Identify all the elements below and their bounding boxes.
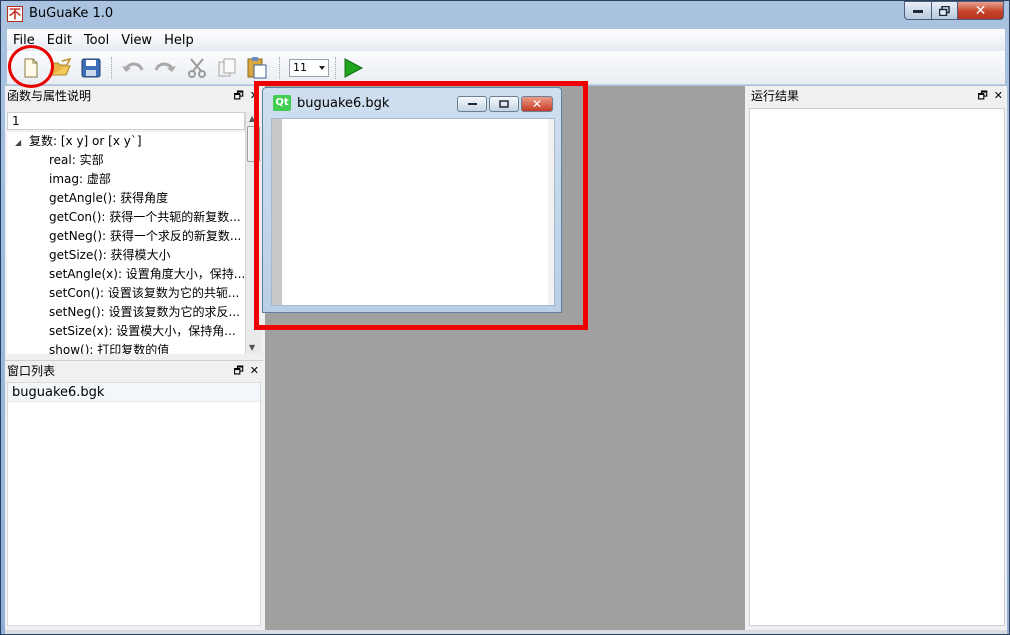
float-icon[interactable]: 🗗 [233,89,243,102]
undo-icon [122,62,144,72]
expand-arrow-icon[interactable]: ◢ [15,133,29,151]
toolbar: 11 [7,51,1005,85]
cut-icon [188,58,206,78]
minimize-icon [913,9,923,13]
func-search-input[interactable]: 1 [7,112,245,130]
tree-item[interactable]: getAngle(): 获得角度 [7,189,245,208]
cut-button[interactable] [185,56,209,80]
tree-item[interactable]: show(): 打印复数的值 [7,341,245,354]
toolbar-separator [111,57,113,79]
tree-item[interactable]: setCon(): 设置该复数为它的共轭... [7,284,245,303]
float-icon[interactable]: 🗗 [977,89,987,102]
close-button[interactable]: ✕ [957,1,1004,20]
app-logo-icon: 不 [7,6,23,22]
restore-icon [939,5,950,16]
window-dock-label: 窗口列表 [7,364,56,378]
func-tree: ◢ 复数: [x y] or [x y`] real: 实部 imag: 虚部 g… [7,132,245,354]
menu-view[interactable]: View [115,33,158,48]
run-icon [344,58,364,78]
tree-item[interactable]: setSize(x): 设置模大小，保持角... [7,322,245,341]
font-size-value: 11 [293,61,307,74]
minimize-button[interactable] [904,1,932,20]
result-dock-title: 运行结果 🗗 ✕ [749,86,1007,106]
status-bar [5,630,1007,634]
list-item[interactable]: buguake6.bgk [8,383,260,402]
toolbar-separator [279,57,281,79]
func-dock-title: 函数与属性说明 🗗 ✕ [5,86,263,106]
redo-button[interactable] [153,56,177,80]
menu-tool[interactable]: Tool [78,33,115,48]
tree-item[interactable]: imag: 虚部 [7,170,245,189]
close-icon[interactable]: ✕ [994,89,1003,102]
title-bar[interactable]: 不 BuGuaKe 1.0 ✕ [1,1,1009,27]
menu-bar: File Edit Tool View Help [7,29,1005,51]
window-list: buguake6.bgk [7,382,261,626]
copy-icon [218,58,236,77]
save-icon [81,58,101,78]
tree-item[interactable]: setNeg(): 设置该复数为它的求反... [7,303,245,322]
undo-button[interactable] [121,56,145,80]
scroll-down-icon[interactable]: ▼ [249,343,255,352]
run-button[interactable] [341,56,365,80]
paste-icon [247,57,267,79]
toolbar-separator [335,57,337,79]
func-dock-label: 函数与属性说明 [7,89,92,103]
save-button[interactable] [79,56,103,80]
window-dock-title: 窗口列表 🗗 ✕ [5,360,263,380]
chevron-down-icon [319,66,325,70]
tree-item[interactable]: getCon(): 获得一个共轭的新复数... [7,208,245,227]
highlight-circle [8,45,54,88]
tree-item[interactable]: getSize(): 获得模大小 [7,246,245,265]
tree-node-parent[interactable]: ◢ 复数: [x y] or [x y`] [7,132,245,151]
tree-item[interactable]: setAngle(x): 设置角度大小，保持... [7,265,245,284]
result-output[interactable] [749,108,1005,626]
window-title: BuGuaKe 1.0 [29,6,114,21]
copy-button[interactable] [215,56,239,80]
menu-help[interactable]: Help [158,33,200,48]
result-dock-label: 运行结果 [751,89,800,103]
paste-button[interactable] [245,56,269,80]
redo-icon [154,62,176,72]
highlight-rectangle [254,81,588,330]
font-size-select[interactable]: 11 [289,59,329,77]
float-icon[interactable]: 🗗 [233,364,243,377]
close-icon[interactable]: ✕ [250,364,259,377]
tree-item[interactable]: getNeg(): 获得一个求反的新复数... [7,227,245,246]
close-icon: ✕ [974,2,987,19]
tree-item[interactable]: real: 实部 [7,151,245,170]
menu-edit[interactable]: Edit [41,33,78,48]
restore-button[interactable] [931,1,958,20]
